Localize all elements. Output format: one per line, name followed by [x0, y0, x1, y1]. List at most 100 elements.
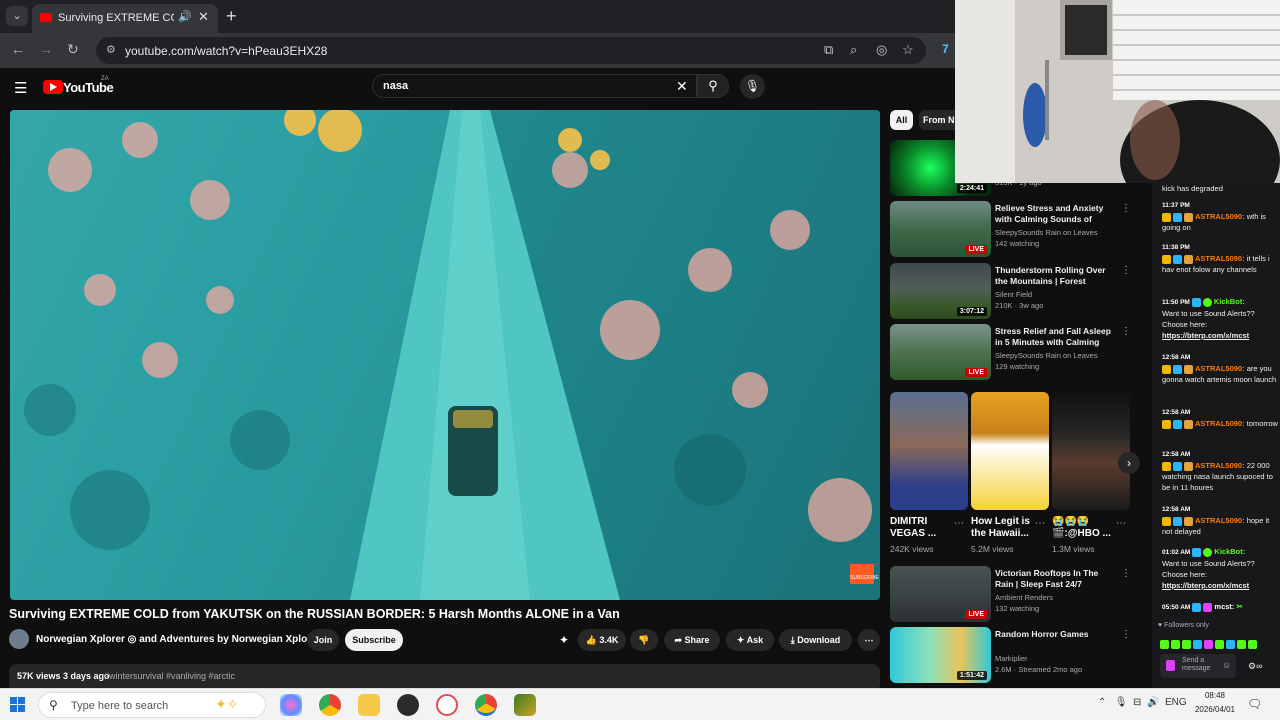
emote-icon[interactable] [1248, 640, 1257, 650]
active-tab[interactable]: Surviving EXTREME COLD from YAKUTSK on t… [32, 4, 218, 33]
share-button[interactable]: ➦ Share [664, 629, 720, 651]
menu-icon[interactable]: ☰ [14, 79, 27, 97]
recommendation-title[interactable]: Thunderstorm Rolling Over the Mountains … [995, 265, 1113, 287]
recommendation-thumbnail[interactable]: LIVE [890, 201, 991, 257]
more-options-icon[interactable]: ⋯ [1035, 518, 1045, 529]
recommendation-thumbnail[interactable]: 3:07:12 [890, 263, 991, 319]
chat-username[interactable]: KickBot: [1214, 547, 1245, 556]
emote-icon[interactable] [1204, 640, 1213, 650]
more-options-icon[interactable]: ⋮ [1121, 326, 1131, 337]
language-indicator[interactable]: ENG [1165, 697, 1187, 708]
recommendation-title[interactable]: Random Horror Games [995, 629, 1113, 651]
site-info-icon[interactable]: ⚙ [106, 43, 116, 56]
search-highlights-icon[interactable]: ✦✧ [215, 696, 238, 713]
recommendation-channel[interactable]: SleepySounds Rain on Leaves [995, 228, 1098, 237]
notifications-icon[interactable]: 🗨 [1247, 697, 1262, 711]
emote-icon[interactable] [1182, 640, 1191, 650]
tab-search-menu-button[interactable]: ⌄ [6, 6, 28, 26]
channel-name[interactable]: Norwegian Xplorer ◎ and Adventures by No… [36, 634, 321, 645]
hashtags[interactable]: #wintersurvival #vanliving #arctic [104, 671, 235, 681]
chrome-icon[interactable] [319, 694, 341, 716]
more-options-icon[interactable]: ⋮ [1121, 629, 1131, 640]
subscribe-button[interactable]: Subscribe [345, 629, 403, 651]
address-bar[interactable]: ⚙ youtube.com/watch?v=hPeau3EHX28 ⧉ ⌕ ◎ … [96, 37, 926, 64]
recommendation-title[interactable]: Victorian Rooftops In The Rain | Sleep F… [995, 568, 1113, 590]
emote-icon[interactable] [1193, 640, 1202, 650]
chat-message-input[interactable]: Send a message ☺ [1160, 654, 1236, 678]
recommendation-thumbnail[interactable]: 1:51:42 [890, 627, 991, 683]
microphone-icon[interactable]: 🎙 [1115, 697, 1128, 708]
obs-icon[interactable] [397, 694, 419, 716]
search-input[interactable]: nasa ✕ [372, 74, 697, 98]
emoji-picker-icon[interactable]: ☺ [1222, 660, 1231, 670]
shorts-next-arrow-icon[interactable]: › [1118, 452, 1140, 474]
chat-settings-icon[interactable]: ⚙∞ [1248, 661, 1262, 672]
more-options-icon[interactable]: ⋮ [1121, 203, 1131, 214]
url-text[interactable]: youtube.com/watch?v=hPeau3EHX28 [125, 44, 327, 58]
emote-icon[interactable] [1237, 640, 1246, 650]
network-icon[interactable]: ⊟ [1133, 697, 1141, 708]
recommendation-channel[interactable]: Markiplier [995, 654, 1028, 663]
extension-icon[interactable]: 7 [942, 42, 949, 56]
tab-close-button[interactable]: ✕ [198, 9, 209, 25]
search-query[interactable]: nasa [383, 80, 408, 92]
zoom-icon[interactable]: ⌕ [850, 42, 857, 58]
dislike-button[interactable]: 👎 [630, 629, 658, 651]
reload-icon[interactable]: ↻ [67, 41, 79, 58]
recommendation-item[interactable]: LIVE Relieve Stress and Anxiety with Cal… [890, 201, 1140, 261]
recommendation-item[interactable]: 3:07:12 Thunderstorm Rolling Over the Mo… [890, 263, 1140, 323]
forward-icon[interactable]: → [39, 41, 53, 57]
chat-username[interactable]: ASTRAL5090: [1195, 364, 1245, 373]
clear-search-icon[interactable]: ✕ [676, 78, 688, 95]
emote-icon[interactable] [1215, 640, 1224, 650]
recommendation-channel[interactable]: SleepySounds Rain on Leaves [995, 351, 1098, 360]
ask-button[interactable]: ✦ Ask [726, 629, 774, 651]
recommendations-scrollbar[interactable] [1143, 183, 1151, 688]
chat-username[interactable]: mcst: [1214, 602, 1234, 611]
voice-search-button[interactable]: 🎙 [740, 74, 765, 99]
minecraft-icon[interactable] [514, 694, 536, 716]
taskbar-search-input[interactable]: ⚲ Type here to search ✦✧ [38, 692, 266, 718]
snipping-tool-icon[interactable] [436, 694, 458, 716]
recommendation-thumbnail[interactable]: LIVE [890, 566, 991, 622]
copilot-icon[interactable] [280, 694, 302, 716]
more-options-icon[interactable]: ⋮ [1121, 265, 1131, 276]
tab-audio-icon[interactable]: 🔊 [178, 10, 192, 23]
taskbar-search-placeholder[interactable]: Type here to search [71, 700, 168, 712]
more-actions-button[interactable]: ⋯ [858, 629, 880, 651]
channel-avatar[interactable] [9, 629, 29, 649]
chip-all[interactable]: All [890, 110, 913, 130]
install-app-icon[interactable]: ⧉ [824, 42, 833, 58]
clock-date[interactable]: 2026/04/01 [1189, 705, 1241, 714]
more-options-icon[interactable]: ⋯ [954, 518, 964, 529]
subscribe-watermark[interactable]: SUBSCRIBE [850, 564, 879, 584]
recommendation-channel[interactable]: Silent Field [995, 290, 1032, 299]
join-button[interactable]: Join [307, 629, 339, 651]
search-button[interactable]: ⚲ [697, 74, 729, 98]
recommendation-title[interactable]: Stress Relief and Fall Asleep in 5 Minut… [995, 326, 1113, 348]
youtube-wordmark[interactable]: YouTube [63, 80, 114, 95]
windows-start-icon[interactable] [10, 697, 26, 713]
chat-username[interactable]: ASTRAL5090: [1195, 254, 1245, 263]
more-options-icon[interactable]: ⋮ [1121, 568, 1131, 579]
recommendation-item[interactable]: LIVE Victorian Rooftops In The Rain | Sl… [890, 566, 1140, 626]
chat-username[interactable]: ASTRAL5090: [1195, 212, 1245, 221]
tracking-protection-icon[interactable]: ◎ [876, 42, 887, 58]
short-title[interactable]: 😭😭😭 🎬:@HBO ... [1052, 516, 1114, 540]
emote-icon[interactable] [1160, 640, 1169, 650]
recommendation-item[interactable]: LIVE Stress Relief and Fall Asleep in 5 … [890, 324, 1140, 384]
recommendation-item[interactable]: 1:51:42 Random Horror Games Markiplier 2… [890, 627, 1140, 687]
chat-username[interactable]: KickBot: [1214, 297, 1245, 306]
video-player[interactable]: SUBSCRIBE [10, 110, 880, 600]
bookmark-star-icon[interactable]: ☆ [902, 42, 914, 58]
chrome-active-icon[interactable] [475, 694, 497, 716]
chat-input-placeholder[interactable]: Send a message [1182, 657, 1222, 673]
youtube-logo-icon[interactable] [43, 80, 63, 94]
short-thumbnail[interactable] [890, 392, 968, 510]
back-icon[interactable]: ← [11, 41, 25, 57]
chat-username[interactable]: ASTRAL5090: [1195, 419, 1245, 428]
more-options-icon[interactable]: ⋯ [1116, 518, 1126, 529]
emote-icon[interactable] [1171, 640, 1180, 650]
recommendation-thumbnail[interactable]: LIVE [890, 324, 991, 380]
file-explorer-icon[interactable] [358, 694, 380, 716]
